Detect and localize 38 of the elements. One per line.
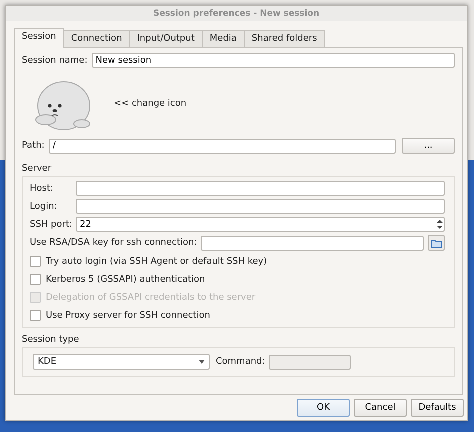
path-field[interactable]: / [48, 138, 396, 154]
field-label: Session name: [22, 56, 88, 66]
checkbox[interactable] [30, 274, 41, 285]
checkbox-label: Try auto login (via SSH Agent or default SSH key) [46, 256, 268, 266]
window-title: Session preferences - New session [6, 6, 467, 21]
field-label: Path: [22, 141, 45, 151]
tab[interactable]: Shared folders [244, 30, 326, 47]
group-title: Session type [22, 335, 80, 345]
checkbox-label: Kerberos 5 (GSSAPI) authentication [46, 274, 206, 284]
field-label: Login: [30, 202, 58, 212]
checkbox[interactable] [30, 310, 41, 321]
browse-button[interactable]: ... [402, 138, 455, 154]
tab[interactable]: Media [202, 30, 245, 47]
session-name-field[interactable]: New session [92, 53, 455, 68]
port-spinbox[interactable]: 22 [76, 217, 445, 232]
dialog-button[interactable]: Defaults [411, 399, 464, 417]
spin-arrows-icon[interactable] [436, 218, 444, 231]
checkbox[interactable] [30, 256, 41, 267]
dialog-button[interactable]: OK [297, 399, 350, 417]
field-label: Use RSA/DSA key for ssh connection: [30, 238, 198, 248]
group-title: Server [22, 164, 53, 174]
checkbox-label: Delegation of GSSAPI credentials to the server [46, 292, 256, 302]
tab[interactable]: Connection [63, 30, 130, 47]
dialog-button[interactable]: Cancel [354, 399, 407, 417]
text-field[interactable] [76, 199, 445, 214]
folder-button[interactable] [428, 235, 445, 251]
folder-icon [431, 238, 442, 248]
tab[interactable]: Input/Output [129, 30, 203, 47]
session-type-dropdown[interactable]: KDE [33, 354, 210, 370]
field-label: Command: [216, 357, 266, 367]
field-label: Host: [30, 184, 55, 194]
text-field[interactable] [76, 181, 445, 196]
tab[interactable]: Session [14, 28, 64, 48]
dropdown-arrow-icon [199, 360, 205, 364]
field-label: SSH port: [30, 220, 72, 230]
checkbox-label: Use Proxy server for SSH connection [46, 310, 210, 320]
key-path-field[interactable] [201, 236, 424, 250]
change-icon-label[interactable]: << change icon [114, 99, 187, 109]
